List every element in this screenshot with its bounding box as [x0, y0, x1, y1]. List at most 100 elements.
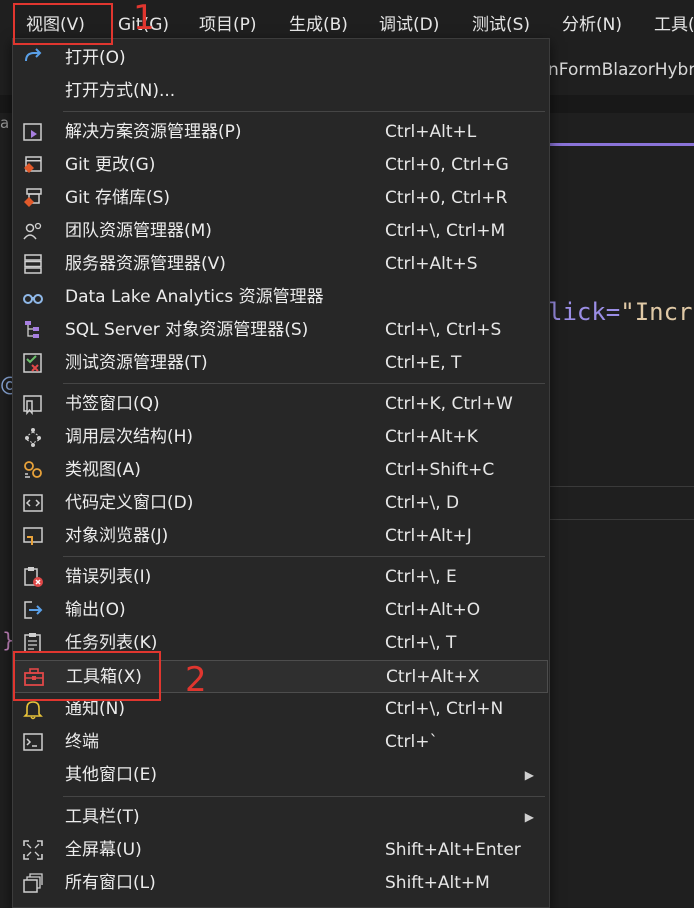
menu-tools[interactable]: 工具(T): [654, 11, 694, 39]
menu-item-solution-explorer[interactable]: 解决方案资源管理器(P) Ctrl+Alt+L: [14, 116, 548, 149]
menu-debug[interactable]: 调试(D): [379, 11, 439, 39]
git-changes-icon: [24, 156, 42, 173]
menu-item-shortcut: Ctrl+Alt+S: [385, 254, 478, 274]
bell-icon: [23, 701, 43, 720]
call-hierarchy-icon: [25, 428, 41, 447]
fullscreen-icon: [23, 840, 43, 860]
menu-item-shortcut: Ctrl+Alt+L: [385, 122, 477, 142]
menu-item-class-view[interactable]: 类视图(A) Ctrl+Shift+C: [14, 454, 548, 487]
menu-item-other-windows[interactable]: 其他窗口(E) ▶: [14, 759, 548, 792]
menu-item-open[interactable]: 打开(O): [14, 42, 548, 75]
menu-item-shortcut: Ctrl+\, E: [385, 567, 457, 587]
submenu-arrow-icon: ▶: [524, 768, 534, 782]
menu-item-full-screen[interactable]: 全屏幕(U) Shift+Alt+Enter: [14, 834, 548, 867]
menu-item-label: 服务器资源管理器(V): [65, 254, 226, 274]
menu-item-label: Data Lake Analytics 资源管理器: [65, 287, 324, 307]
menu-item-output[interactable]: 输出(O) Ctrl+Alt+O: [14, 594, 548, 627]
menu-item-label: 打开(O): [65, 48, 126, 68]
menu-item-shortcut: Ctrl+\, Ctrl+M: [385, 221, 506, 241]
menu-item-terminal[interactable]: 终端 Ctrl+`: [14, 726, 548, 759]
test-explorer-icon: [23, 353, 42, 373]
menu-item-shortcut: Ctrl+Alt+K: [385, 427, 478, 447]
menu-item-error-list[interactable]: 错误列表(I) Ctrl+\, E: [14, 561, 548, 594]
menu-item-shortcut: Ctrl+Shift+C: [385, 460, 495, 480]
object-browser-icon: [23, 527, 43, 545]
menu-item-label: 工具栏(T): [65, 807, 140, 827]
menu-item-shortcut: Ctrl+\, D: [385, 493, 460, 513]
all-windows-icon: [23, 873, 43, 893]
editor-current-line: [548, 486, 694, 520]
menu-item-data-lake-analytics[interactable]: Data Lake Analytics 资源管理器: [14, 281, 548, 314]
menu-separator: [63, 796, 545, 797]
server-explorer-icon: [24, 254, 42, 274]
gutter-letter: a: [0, 114, 10, 132]
menu-build[interactable]: 生成(B): [289, 11, 348, 39]
sql-server-icon: [25, 321, 39, 338]
menu-item-open-with[interactable]: 打开方式(N)...: [14, 75, 548, 108]
menu-separator: [63, 111, 545, 112]
menu-item-git-changes[interactable]: Git 更改(G) Ctrl+0, Ctrl+G: [14, 149, 548, 182]
menu-item-label: 错误列表(I): [65, 567, 152, 587]
menu-item-shortcut: Ctrl+E, T: [385, 353, 462, 373]
output-icon: [24, 601, 43, 619]
menu-item-label: 对象浏览器(J): [65, 526, 169, 546]
menu-item-sql-server-explorer[interactable]: SQL Server 对象资源管理器(S) Ctrl+\, Ctrl+S: [14, 314, 548, 347]
menu-item-shortcut: Ctrl+\, Ctrl+N: [385, 699, 504, 719]
menu-item-shortcut: Ctrl+\, Ctrl+S: [385, 320, 502, 340]
menu-item-label: 全屏幕(U): [65, 840, 142, 860]
binoculars-icon: [23, 294, 43, 304]
menu-item-label: 测试资源管理器(T): [65, 353, 208, 373]
menu-item-label: 书签窗口(Q): [65, 394, 160, 414]
menu-item-shortcut: Ctrl+0, Ctrl+R: [385, 188, 508, 208]
menu-item-label: 终端: [65, 732, 99, 752]
menu-item-label: 解决方案资源管理器(P): [65, 122, 242, 142]
menu-item-server-explorer[interactable]: 服务器资源管理器(V) Ctrl+Alt+S: [14, 248, 548, 281]
menu-analyze[interactable]: 分析(N): [562, 11, 622, 39]
menu-item-bookmark-window[interactable]: 书签窗口(Q) Ctrl+K, Ctrl+W: [14, 388, 548, 421]
menu-item-shortcut: Ctrl+K, Ctrl+W: [385, 394, 513, 414]
menu-item-label: SQL Server 对象资源管理器(S): [65, 320, 309, 340]
class-view-icon: [24, 461, 42, 478]
menu-item-shortcut: Ctrl+Alt+X: [386, 667, 480, 687]
menu-item-shortcut: Shift+Alt+M: [385, 873, 490, 893]
menu-project[interactable]: 项目(P): [199, 11, 257, 39]
code-definition-icon: [23, 494, 43, 512]
menu-item-all-windows[interactable]: 所有窗口(L) Shift+Alt+M: [14, 867, 548, 900]
menu-item-label: 调用层次结构(H): [65, 427, 194, 447]
menu-item-git-repository[interactable]: Git 存储库(S) Ctrl+0, Ctrl+R: [14, 182, 548, 215]
menu-item-code-definition-window[interactable]: 代码定义窗口(D) Ctrl+\, D: [14, 487, 548, 520]
menu-item-toolbars[interactable]: 工具栏(T) ▶: [14, 801, 548, 834]
menu-item-label: 所有窗口(L): [65, 873, 156, 893]
annotation-step-1: 1: [133, 0, 155, 38]
menu-test[interactable]: 测试(S): [472, 11, 530, 39]
menu-item-shortcut: Shift+Alt+Enter: [385, 840, 521, 860]
open-redo-icon: [25, 48, 42, 62]
editor-gutter: [0, 113, 12, 900]
editor-tab-title[interactable]: nFormBlazorHybr: [548, 60, 694, 80]
menu-item-call-hierarchy[interactable]: 调用层次结构(H) Ctrl+Alt+K: [14, 421, 548, 454]
menu-item-test-explorer[interactable]: 测试资源管理器(T) Ctrl+E, T: [14, 347, 548, 380]
terminal-icon: [23, 733, 43, 751]
menu-item-shortcut: Ctrl+0, Ctrl+G: [385, 155, 509, 175]
menu-item-label: 代码定义窗口(D): [65, 493, 194, 513]
code-attribute: lick=: [548, 298, 621, 326]
menu-separator: [63, 556, 545, 557]
annotation-box-view-menu: [13, 3, 113, 45]
solution-explorer-icon: [23, 123, 42, 141]
error-list-icon: [24, 567, 43, 587]
menu-separator: [63, 383, 545, 384]
bookmark-window-icon: [23, 395, 42, 415]
menu-item-object-browser[interactable]: 对象浏览器(J) Ctrl+Alt+J: [14, 520, 548, 553]
menu-item-label: 输出(O): [65, 600, 126, 620]
annotation-step-2: 2: [185, 660, 207, 700]
menu-item-shortcut: Ctrl+`: [385, 732, 438, 752]
menu-item-label: 打开方式(N)...: [65, 81, 176, 101]
menu-item-label: 其他窗口(E): [65, 765, 158, 785]
editor-active-tab-accent: [548, 143, 694, 146]
menu-item-shortcut: Ctrl+\, T: [385, 633, 457, 653]
submenu-arrow-icon: ▶: [524, 810, 534, 824]
annotation-box-toolbox: [13, 651, 161, 701]
menu-item-team-explorer[interactable]: 团队资源管理器(M) Ctrl+\, Ctrl+M: [14, 215, 548, 248]
editor-code-line[interactable]: lick="Incr: [548, 298, 693, 326]
menu-item-shortcut: Ctrl+Alt+O: [385, 600, 481, 620]
